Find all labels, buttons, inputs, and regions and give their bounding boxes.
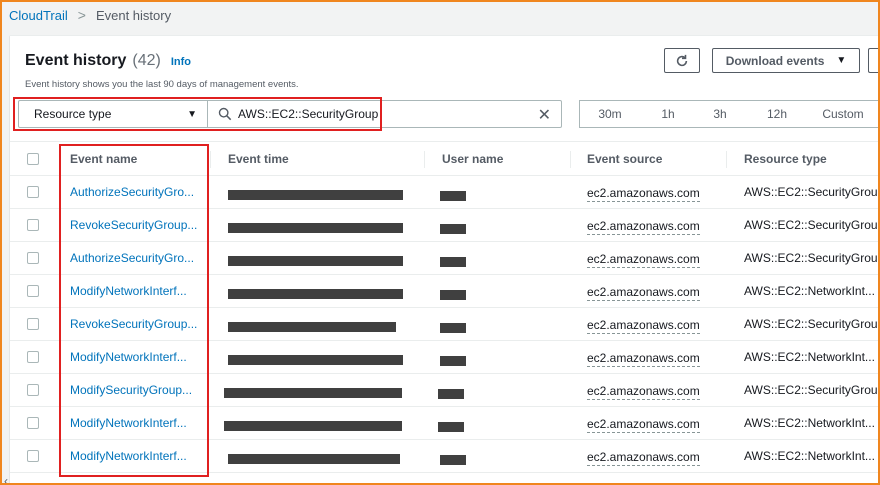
redacted-event-time	[228, 355, 403, 365]
resource-type: AWS::EC2::NetworkInt...	[744, 350, 875, 364]
redacted-event-time	[228, 223, 403, 233]
row-checkbox[interactable]	[27, 219, 39, 231]
refresh-button[interactable]	[664, 48, 700, 73]
breadcrumb: CloudTrail > Event history	[9, 7, 171, 23]
resource-type: AWS::EC2::SecurityGroup	[744, 251, 878, 265]
breadcrumb-current: Event history	[95, 7, 172, 23]
column-user-name[interactable]: User name	[442, 142, 503, 177]
redacted-user-name	[438, 389, 464, 399]
event-source: ec2.amazonaws.com	[587, 285, 700, 301]
row-checkbox[interactable]	[27, 318, 39, 330]
redacted-user-name	[440, 356, 466, 366]
redacted-user-name	[440, 323, 466, 333]
page-title-text: Event history	[25, 52, 127, 69]
page-title: Event history (42) Info	[25, 52, 191, 70]
time-range-1h[interactable]: 1h	[640, 107, 696, 121]
close-icon[interactable]: ✕	[538, 105, 551, 125]
event-source: ec2.amazonaws.com	[587, 351, 700, 367]
caret-down-icon: ▼	[836, 55, 847, 66]
time-range-selector: 30m 1h 3h 12h Custom	[579, 100, 878, 128]
resource-type: AWS::EC2::SecurityGroup	[744, 218, 878, 232]
event-source: ec2.amazonaws.com	[587, 417, 700, 433]
row-checkbox[interactable]	[27, 252, 39, 264]
row-checkbox[interactable]	[27, 384, 39, 396]
column-resource-type[interactable]: Resource type	[744, 142, 827, 177]
redacted-event-time	[228, 289, 403, 299]
redacted-user-name	[440, 224, 466, 234]
redacted-event-time	[228, 190, 403, 200]
redacted-user-name	[440, 455, 466, 465]
redacted-event-time	[224, 421, 402, 431]
breadcrumb-cloudtrail[interactable]: CloudTrail	[9, 8, 68, 23]
event-count: (42)	[132, 52, 161, 69]
resource-type: AWS::EC2::SecurityGroup	[744, 185, 878, 199]
event-name-highlight-box	[59, 144, 209, 477]
resource-type: AWS::EC2::SecurityGroup	[744, 317, 878, 331]
event-source: ec2.amazonaws.com	[587, 450, 700, 466]
redacted-event-time	[224, 388, 402, 398]
event-source: ec2.amazonaws.com	[587, 318, 700, 334]
info-link[interactable]: Info	[171, 56, 191, 68]
resource-type: AWS::EC2::NetworkInt...	[744, 449, 875, 463]
time-range-12h[interactable]: 12h	[744, 107, 810, 121]
event-source: ec2.amazonaws.com	[587, 186, 700, 202]
resource-type: AWS::EC2::NetworkInt...	[744, 416, 875, 430]
time-range-30m[interactable]: 30m	[580, 107, 640, 121]
refresh-icon	[676, 54, 688, 66]
scroll-left-icon[interactable]: ‹	[4, 474, 8, 485]
redacted-user-name	[440, 290, 466, 300]
row-checkbox[interactable]	[27, 450, 39, 462]
more-actions-button[interactable]	[868, 48, 880, 73]
select-all-checkbox[interactable]	[27, 153, 39, 165]
row-checkbox[interactable]	[27, 186, 39, 198]
resource-type: AWS::EC2::NetworkInt...	[744, 284, 875, 298]
column-divider	[726, 151, 727, 168]
breadcrumb-separator: >	[77, 7, 86, 23]
row-checkbox[interactable]	[27, 285, 39, 297]
column-divider	[210, 151, 211, 168]
column-divider	[570, 151, 571, 168]
event-history-panel: Event history (42) Info Event history sh…	[10, 35, 880, 485]
redacted-user-name	[438, 422, 464, 432]
column-event-time[interactable]: Event time	[228, 142, 289, 177]
redacted-event-time	[228, 256, 403, 266]
redacted-event-time	[228, 322, 396, 332]
filter-highlight-box	[13, 97, 382, 131]
event-source: ec2.amazonaws.com	[587, 219, 700, 235]
event-source: ec2.amazonaws.com	[587, 384, 700, 400]
redacted-user-name	[440, 191, 466, 201]
download-events-label: Download events	[725, 53, 825, 68]
event-source: ec2.amazonaws.com	[587, 252, 700, 268]
redacted-user-name	[440, 257, 466, 267]
row-checkbox[interactable]	[27, 351, 39, 363]
redacted-event-time	[228, 454, 400, 464]
column-divider	[424, 151, 425, 168]
time-range-custom[interactable]: Custom	[810, 107, 876, 121]
row-checkbox[interactable]	[27, 417, 39, 429]
time-range-3h[interactable]: 3h	[696, 107, 744, 121]
resource-type: AWS::EC2::SecurityGroup	[744, 383, 878, 397]
column-event-source[interactable]: Event source	[587, 142, 662, 177]
download-events-button[interactable]: Download events ▼	[712, 48, 860, 73]
page-description: Event history shows you the last 90 days…	[25, 79, 299, 90]
